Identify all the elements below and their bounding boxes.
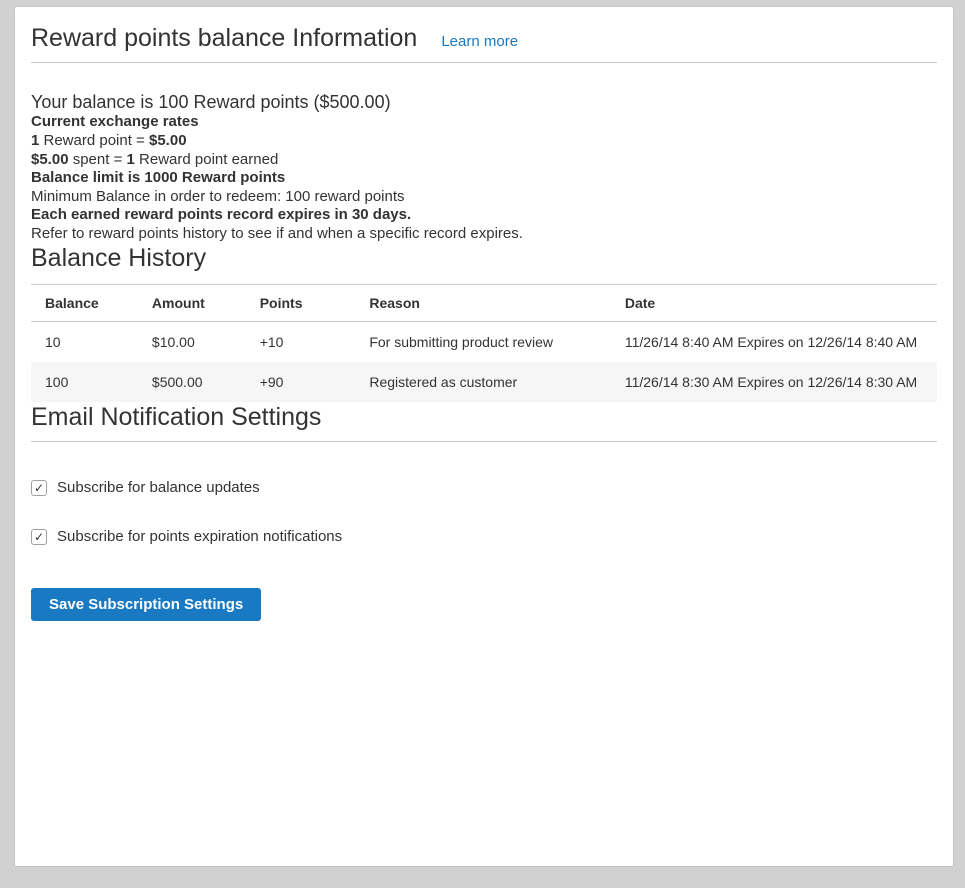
cell-amount: $500.00 — [138, 362, 246, 402]
points-expiration-option: ✓ Subscribe for points expiration notifi… — [31, 528, 937, 546]
table-row: 100 $500.00 +90 Registered as customer 1… — [31, 362, 937, 402]
rate2-text2: Reward point earned — [135, 151, 278, 168]
exchange-rates-heading: Current exchange rates — [31, 113, 937, 131]
header-divider — [31, 62, 937, 63]
column-header-date: Date — [611, 285, 937, 322]
email-settings-title: Email Notification Settings — [31, 402, 937, 432]
table-header-row: Balance Amount Points Reason Date — [31, 285, 937, 322]
cell-reason: Registered as customer — [355, 362, 610, 402]
cell-balance: 10 — [31, 322, 138, 363]
rate2-text1: spent = — [69, 151, 127, 168]
rate2-money: $5.00 — [31, 151, 69, 168]
column-header-points: Points — [246, 285, 356, 322]
points-expiration-label[interactable]: Subscribe for points expiration notifica… — [57, 528, 342, 546]
checkmark-icon: ✓ — [34, 531, 44, 543]
balance-history-table: Balance Amount Points Reason Date 10 $10… — [31, 284, 937, 402]
points-expiration-checkbox[interactable]: ✓ — [31, 529, 47, 545]
reward-points-card: Reward points balance Information Learn … — [14, 6, 954, 867]
column-header-amount: Amount — [138, 285, 246, 322]
exchange-rates-lines: 1 Reward point = $5.00$5.00 spent = 1 Re… — [31, 131, 937, 169]
column-header-reason: Reason — [355, 285, 610, 322]
balance-limit-heading: Balance limit is 1000 Reward points — [31, 169, 937, 187]
expiration-note: Refer to reward points history to see if… — [31, 224, 937, 243]
cell-amount: $10.00 — [138, 322, 246, 363]
balance-updates-checkbox[interactable]: ✓ — [31, 480, 47, 496]
cell-balance: 100 — [31, 362, 138, 402]
rate2-points: 1 — [127, 151, 135, 168]
learn-more-link[interactable]: Learn more — [441, 33, 518, 50]
cell-date: 11/26/14 8:30 AM Expires on 12/26/14 8:3… — [611, 362, 937, 402]
balance-summary: Your balance is 100 Reward points ($500.… — [31, 92, 937, 113]
cell-reason: For submitting product review — [355, 322, 610, 363]
save-subscription-button[interactable]: Save Subscription Settings — [31, 588, 261, 621]
cell-points: +90 — [246, 362, 356, 402]
email-settings-divider — [31, 441, 937, 442]
balance-updates-option: ✓ Subscribe for balance updates — [31, 479, 937, 497]
balance-history-title: Balance History — [31, 243, 937, 273]
page-title: Reward points balance Information — [31, 23, 417, 53]
page-header: Reward points balance Information Learn … — [31, 23, 937, 53]
rate1-text: Reward point = — [39, 132, 149, 149]
balance-updates-label[interactable]: Subscribe for balance updates — [57, 479, 260, 497]
expiration-heading: Each earned reward points record expires… — [31, 206, 937, 224]
cell-date: 11/26/14 8:40 AM Expires on 12/26/14 8:4… — [611, 322, 937, 363]
cell-points: +10 — [246, 322, 356, 363]
minimum-balance-text: Minimum Balance in order to redeem: 100 … — [31, 187, 937, 206]
rate1-money: $5.00 — [149, 132, 187, 149]
table-row: 10 $10.00 +10 For submitting product rev… — [31, 322, 937, 363]
checkmark-icon: ✓ — [34, 482, 44, 494]
column-header-balance: Balance — [31, 285, 138, 322]
